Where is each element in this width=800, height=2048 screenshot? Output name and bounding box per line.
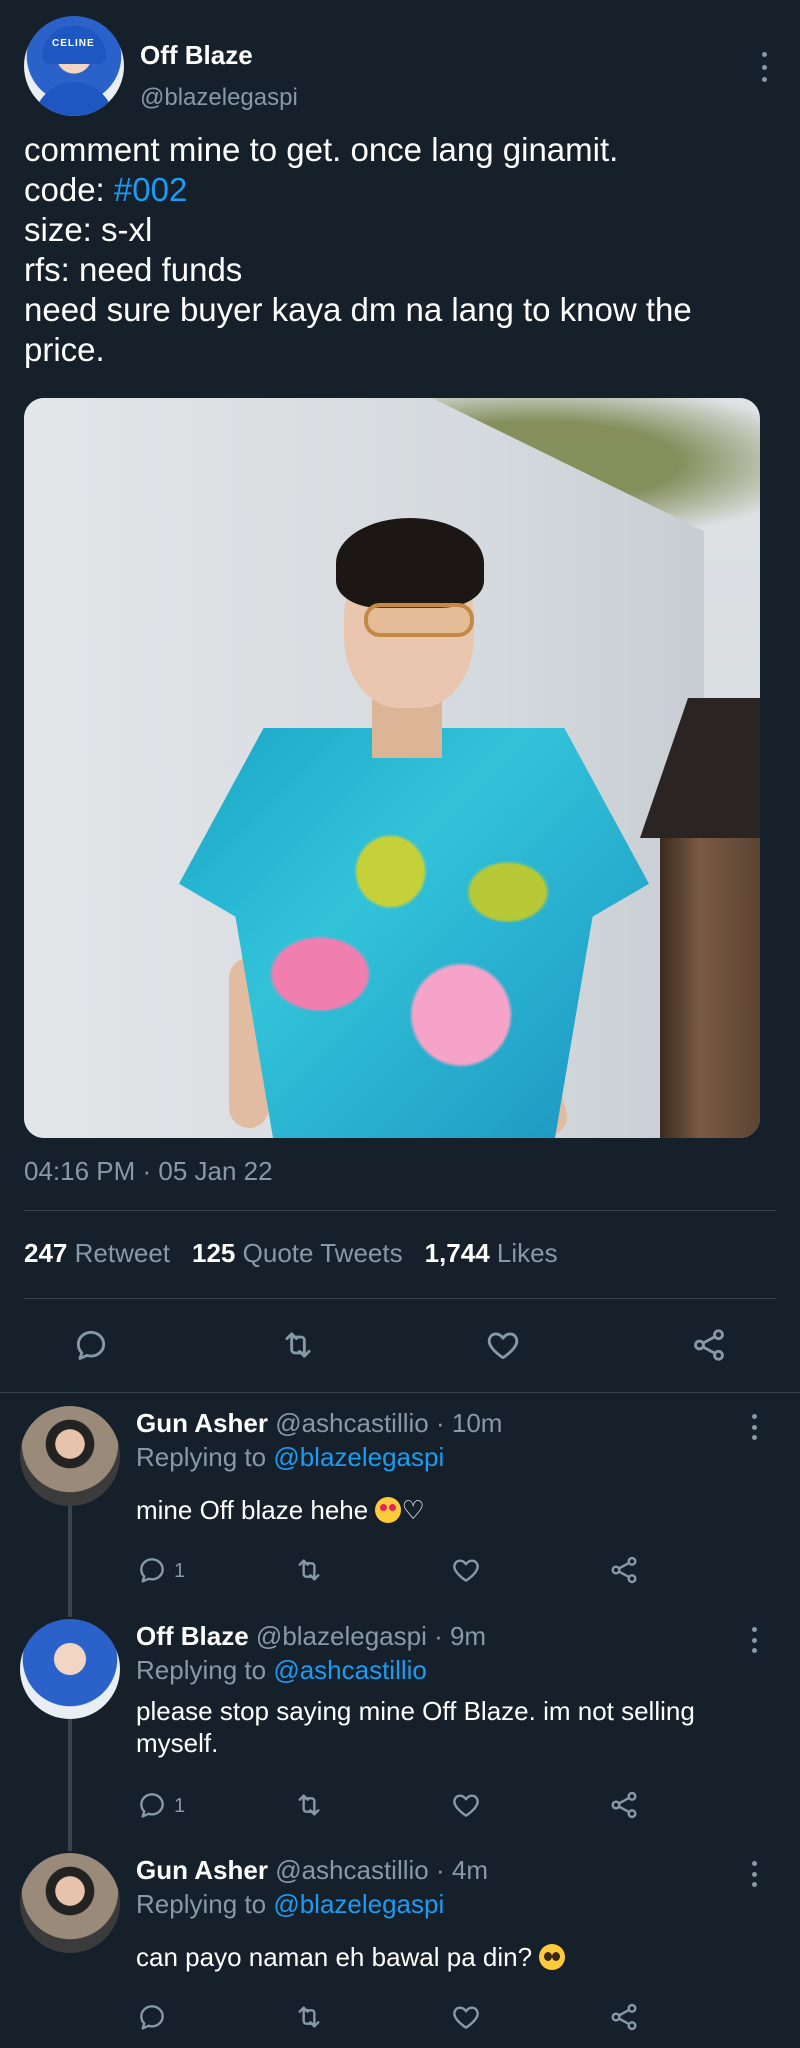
reply-text: mine Off blaze hehe ♡ bbox=[136, 1494, 776, 1526]
replying-to-label: Replying to bbox=[136, 1442, 274, 1472]
more-icon[interactable] bbox=[752, 52, 776, 82]
retweet-count: 247 bbox=[24, 1238, 68, 1268]
replying-to-label: Replying to bbox=[136, 1889, 274, 1919]
retweet-icon[interactable] bbox=[292, 2001, 326, 2033]
replying-to: Replying to @blazelegaspi bbox=[136, 1889, 444, 1920]
replying-to: Replying to @ashcastillio bbox=[136, 1655, 427, 1686]
retweet-icon[interactable] bbox=[292, 1554, 326, 1586]
share-icon[interactable] bbox=[608, 1789, 640, 1821]
pleading-face-emoji bbox=[539, 1944, 566, 1970]
reply-text-content: mine Off blaze hehe bbox=[136, 1495, 376, 1525]
like-icon[interactable] bbox=[450, 1789, 482, 1821]
reply-text-content: can payo naman eh bawal pa din? bbox=[136, 1942, 540, 1972]
retweet-stat[interactable]: 247 Retweet bbox=[24, 1238, 170, 1268]
heart-eyes-emoji bbox=[375, 1497, 402, 1523]
avatar-body bbox=[34, 82, 114, 116]
more-icon[interactable] bbox=[744, 1861, 764, 1887]
reply-avatar[interactable] bbox=[20, 1406, 120, 1506]
tweet-line: code: bbox=[24, 171, 114, 208]
divider bbox=[0, 1392, 800, 1393]
photo-door bbox=[660, 838, 760, 1138]
reply-meta: @blazelegaspi · 9m bbox=[255, 1621, 487, 1651]
more-icon[interactable] bbox=[744, 1414, 764, 1440]
reply-icon[interactable] bbox=[136, 1789, 168, 1821]
quote-stat[interactable]: 125 Quote Tweets bbox=[192, 1238, 403, 1268]
photo-hair bbox=[336, 518, 484, 608]
reply-avatar[interactable] bbox=[20, 1853, 120, 1953]
reply-name[interactable]: Off Blaze bbox=[136, 1621, 249, 1651]
author-avatar[interactable]: CELINE bbox=[24, 16, 124, 116]
reply-count: 1 bbox=[174, 1560, 186, 1582]
tweet-line: price. bbox=[24, 331, 105, 368]
like-icon[interactable] bbox=[450, 1554, 482, 1586]
reply-actions: 1 bbox=[0, 1550, 800, 1590]
tweet-line: comment mine to get. once lang ginamit. bbox=[24, 131, 619, 168]
white-heart-emoji: ♡ bbox=[401, 1495, 425, 1525]
avatar-hood-text: CELINE bbox=[52, 38, 95, 49]
reply-name[interactable]: Gun Asher bbox=[136, 1855, 268, 1885]
hashtag-link[interactable]: #002 bbox=[114, 171, 187, 208]
reply-actions: 1 bbox=[0, 1785, 800, 1825]
share-icon[interactable] bbox=[608, 2001, 640, 2033]
tweet-stats: 247 Retweet 125 Quote Tweets 1,744 Likes bbox=[24, 1238, 558, 1269]
reply-icon[interactable] bbox=[72, 1326, 110, 1364]
like-icon[interactable] bbox=[450, 2001, 482, 2033]
like-count: 1,744 bbox=[424, 1238, 490, 1268]
quote-count: 125 bbox=[192, 1238, 236, 1268]
replying-to-link[interactable]: @ashcastillio bbox=[273, 1655, 427, 1685]
author-handle[interactable]: @blazelegaspi bbox=[140, 84, 298, 112]
tweet-line: need sure buyer kaya dm na lang to know … bbox=[24, 291, 692, 328]
reply-count: 1 bbox=[174, 1795, 186, 1817]
retweet-icon[interactable] bbox=[292, 1789, 326, 1821]
more-icon[interactable] bbox=[744, 1627, 764, 1653]
tweet-timestamp: 04:16 PM · 05 Jan 22 bbox=[24, 1156, 273, 1186]
share-icon[interactable] bbox=[608, 1554, 640, 1586]
reply-icon[interactable] bbox=[136, 2001, 168, 2033]
reply-text: please stop saying mine Off Blaze. im no… bbox=[136, 1696, 695, 1758]
reply-meta: @ashcastillio · 4m bbox=[275, 1855, 488, 1885]
replying-to-link[interactable]: @blazelegaspi bbox=[273, 1442, 444, 1472]
author-name[interactable]: Off Blaze bbox=[140, 40, 253, 71]
reply-avatar[interactable] bbox=[20, 1619, 120, 1719]
retweet-label: Retweet bbox=[74, 1238, 171, 1268]
replying-to-label: Replying to bbox=[136, 1655, 274, 1685]
divider bbox=[24, 1298, 776, 1299]
reply-meta: @ashcastillio · 10m bbox=[275, 1408, 503, 1438]
replying-to-link[interactable]: @blazelegaspi bbox=[273, 1889, 444, 1919]
tweet-line: rfs: need funds bbox=[24, 251, 243, 288]
tweet-line-code: code: #002 bbox=[24, 170, 776, 210]
retweet-icon[interactable] bbox=[278, 1326, 318, 1364]
reply-actions bbox=[0, 1997, 800, 2037]
thread-line bbox=[68, 1716, 72, 1851]
reply-header: Gun Asher @ashcastillio · 10m bbox=[136, 1408, 502, 1439]
quote-label: Quote Tweets bbox=[242, 1238, 403, 1268]
like-stat[interactable]: 1,744 Likes bbox=[425, 1238, 558, 1268]
share-icon[interactable] bbox=[690, 1326, 728, 1364]
tweet-text: comment mine to get. once lang ginamit. … bbox=[24, 130, 776, 370]
reply-header: Off Blaze @blazelegaspi · 9m bbox=[136, 1621, 486, 1652]
reply-text: can payo naman eh bawal pa din? bbox=[136, 1941, 776, 1973]
replying-to: Replying to @blazelegaspi bbox=[136, 1442, 444, 1473]
reply-name[interactable]: Gun Asher bbox=[136, 1408, 268, 1438]
tweet-actions bbox=[0, 1310, 800, 1380]
like-label: Likes bbox=[496, 1238, 558, 1268]
tweet-photo[interactable] bbox=[24, 398, 760, 1138]
tweet-header: CELINE Off Blaze @blazelegaspi bbox=[24, 16, 776, 116]
photo-glasses bbox=[364, 603, 474, 637]
tweet-line: size: s-xl bbox=[24, 211, 153, 248]
reply-icon[interactable] bbox=[136, 1554, 168, 1586]
reply-header: Gun Asher @ashcastillio · 4m bbox=[136, 1855, 488, 1886]
divider bbox=[24, 1210, 776, 1211]
like-icon[interactable] bbox=[484, 1326, 522, 1364]
